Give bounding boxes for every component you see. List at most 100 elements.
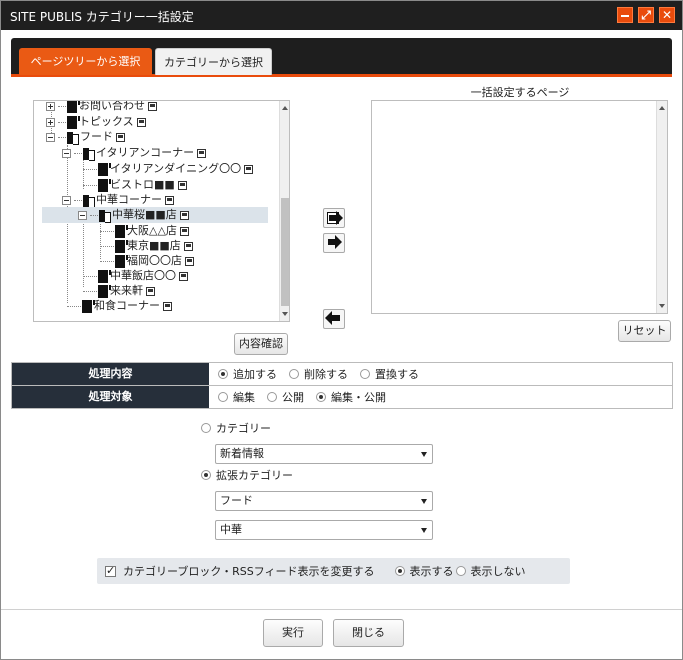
add-all-button[interactable] (323, 208, 345, 228)
category-set-icon[interactable] (146, 286, 155, 296)
tree-item[interactable]: 大阪△△店 (100, 223, 189, 239)
dropdown-caret-icon (421, 528, 427, 533)
category-set-icon[interactable] (148, 101, 157, 111)
tree-scrollbar[interactable] (279, 101, 289, 321)
category-label: カテゴリー (216, 422, 271, 435)
target-option-edit-publish[interactable]: 編集・公開 (316, 389, 386, 405)
tree-item[interactable]: トピックス (46, 114, 146, 130)
target-pages-list[interactable] (371, 100, 668, 314)
radio-icon[interactable] (289, 369, 299, 379)
category-set-icon[interactable] (116, 132, 125, 142)
hide-option[interactable]: 表示しない (455, 563, 526, 579)
tree-item[interactable]: 福岡〇〇店 (100, 253, 194, 269)
expand-toggle-icon[interactable] (46, 101, 55, 111)
option-label: 公開 (282, 391, 304, 404)
collapse-toggle-icon[interactable] (78, 210, 87, 220)
tab-page-tree[interactable]: ページツリーから選択 (19, 48, 152, 75)
tab-category[interactable]: カテゴリーから選択 (155, 48, 272, 75)
minimize-button[interactable] (617, 7, 633, 23)
tree-item[interactable]: 来来軒 (83, 283, 155, 299)
scroll-down-icon[interactable] (659, 304, 665, 308)
scroll-up-icon[interactable] (282, 106, 288, 110)
option-label: 編集・公開 (331, 391, 386, 404)
ext-category-radio[interactable]: 拡張カテゴリー (201, 467, 293, 483)
page-tree[interactable]: お問い合わせ トピックス フード イタリアンコーナー イタリアンダイニング〇〇 … (33, 100, 290, 322)
category-set-icon[interactable] (179, 210, 189, 220)
close-button[interactable]: 閉じる (333, 619, 404, 647)
radio-checked-icon[interactable] (201, 470, 211, 480)
reset-button[interactable]: リセット (618, 320, 671, 342)
category-set-icon[interactable] (179, 271, 188, 281)
radio-icon[interactable] (218, 392, 228, 402)
tree-item-label: トピックス (79, 115, 134, 128)
page-tree-content: お問い合わせ トピックス フード イタリアンコーナー イタリアンダイニング〇〇 … (34, 101, 279, 321)
radio-icon[interactable] (267, 392, 277, 402)
expand-toggle-icon[interactable] (46, 117, 55, 127)
ext-category-select-2[interactable]: 中華 (215, 520, 433, 540)
tree-item[interactable]: お問い合わせ (46, 101, 157, 114)
tree-connector (58, 105, 66, 107)
radio-icon[interactable] (455, 566, 466, 576)
tree-item-label: 福岡〇〇店 (127, 254, 182, 267)
tree-item-selected[interactable]: 中華桜■■店 (42, 207, 268, 223)
process-options: 追加する 削除する 置換する (218, 363, 431, 385)
scroll-thumb[interactable] (281, 198, 289, 306)
target-options: 編集 公開 編集・公開 (218, 386, 398, 408)
collapse-toggle-icon[interactable] (46, 132, 55, 142)
tree-item[interactable]: ビストロ■■ (83, 177, 187, 193)
page-icon (98, 269, 111, 283)
tree-item[interactable]: 東京■■店 (100, 238, 193, 254)
block-display-panel: カテゴリーブロック・RSSフィード表示を変更する 表示する 表示しない (97, 558, 570, 584)
block-change-checkbox[interactable] (105, 564, 116, 577)
collapse-toggle-icon[interactable] (62, 195, 71, 205)
tree-item[interactable]: 中華コーナー (62, 192, 174, 208)
execute-button[interactable]: 実行 (263, 619, 323, 647)
confirm-button[interactable]: 内容確認 (234, 333, 288, 355)
remove-selected-button[interactable] (323, 309, 345, 329)
target-list-scrollbar[interactable] (656, 101, 667, 313)
process-option-delete[interactable]: 削除する (289, 366, 348, 382)
target-option-publish[interactable]: 公開 (267, 389, 304, 405)
show-option[interactable]: 表示する (394, 563, 454, 579)
category-radio[interactable]: カテゴリー (201, 420, 271, 436)
maximize-button[interactable]: ⤢ (638, 7, 654, 23)
category-set-icon[interactable] (244, 164, 254, 174)
radio-checked-icon[interactable] (394, 566, 405, 576)
tree-item[interactable]: イタリアンダイニング〇〇 (83, 161, 254, 177)
category-set-icon[interactable] (197, 148, 207, 158)
tree-connector (74, 199, 82, 201)
close-window-button[interactable]: ✕ (659, 7, 675, 23)
tree-connector (58, 121, 66, 123)
radio-icon[interactable] (360, 369, 370, 379)
category-set-icon[interactable] (163, 301, 172, 311)
category-set-icon[interactable] (177, 180, 187, 190)
category-select[interactable]: 新着情報 (215, 444, 433, 464)
tree-connector (100, 245, 114, 247)
tree-item[interactable]: 中華飯店〇〇 (83, 268, 188, 284)
category-set-icon[interactable] (136, 117, 146, 127)
process-option-add[interactable]: 追加する (218, 366, 277, 382)
radio-icon[interactable] (201, 423, 211, 433)
page-icon (98, 178, 111, 192)
tree-item-label: 中華飯店〇〇 (110, 269, 176, 282)
category-set-icon[interactable] (179, 226, 189, 236)
tree-item-label: 来来軒 (110, 284, 143, 297)
scroll-down-icon[interactable] (282, 312, 288, 316)
category-set-icon[interactable] (185, 256, 194, 266)
process-option-replace[interactable]: 置換する (360, 366, 419, 382)
radio-checked-icon[interactable] (316, 392, 326, 402)
tree-item-label: 大阪△△店 (127, 224, 177, 237)
target-option-edit[interactable]: 編集 (218, 389, 255, 405)
radio-checked-icon[interactable] (218, 369, 228, 379)
option-label: 表示する (409, 565, 454, 578)
category-set-icon[interactable] (165, 195, 174, 205)
add-selected-button[interactable] (323, 233, 345, 253)
category-set-icon[interactable] (183, 241, 193, 251)
collapse-toggle-icon[interactable] (62, 148, 71, 158)
tree-item[interactable]: イタリアンコーナー (62, 145, 207, 161)
tree-item[interactable]: 和食コーナー (67, 298, 172, 314)
ext-category-select-1[interactable]: フード (215, 491, 433, 511)
scroll-up-icon[interactable] (659, 106, 665, 110)
tree-item[interactable]: フード (46, 129, 125, 145)
page-icon (98, 162, 111, 176)
